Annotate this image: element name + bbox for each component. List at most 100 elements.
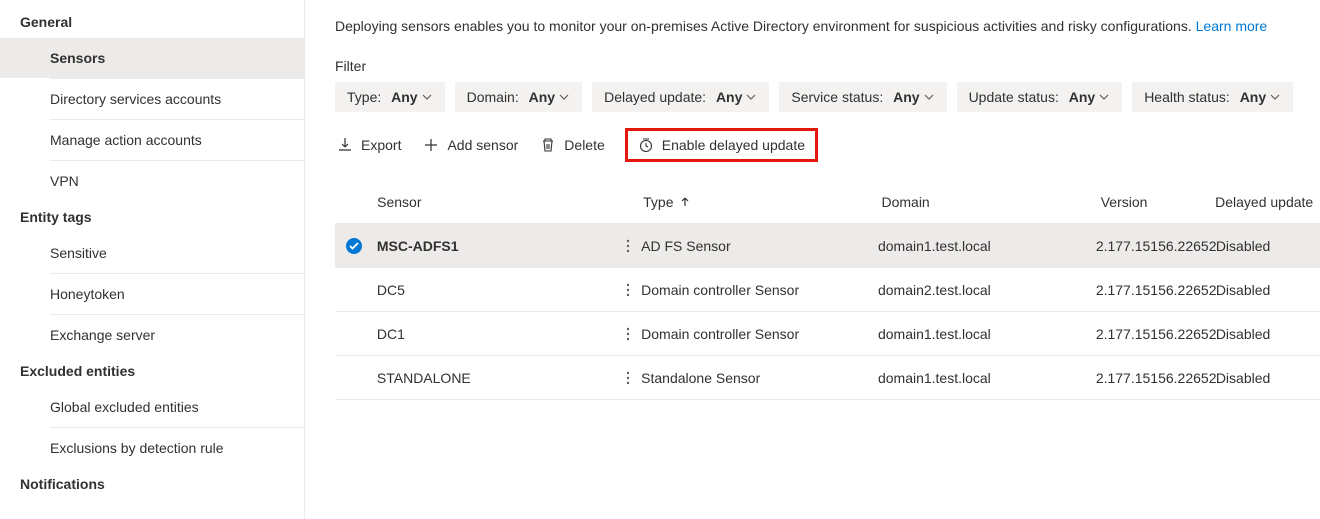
cell-sensor-name: MSC-ADFS1	[373, 238, 615, 254]
delete-button[interactable]: Delete	[538, 133, 606, 157]
table-row[interactable]: DC1 Domain controller Sensor domain1.tes…	[335, 312, 1320, 356]
export-button[interactable]: Export	[335, 133, 403, 157]
cell-version: 2.177.15156.22652	[1096, 238, 1216, 254]
sidebar-item-exchange-server[interactable]: Exchange server	[0, 315, 304, 355]
col-sensor[interactable]: Sensor	[373, 194, 616, 210]
more-vertical-icon	[620, 370, 636, 386]
table-header-row: Sensor Type Domain Version Delayed updat…	[335, 180, 1320, 224]
sidebar-item-global-excluded-entities[interactable]: Global excluded entities	[0, 387, 304, 427]
filter-bar: Type: Any Domain: Any Delayed update: An…	[335, 82, 1320, 112]
col-type[interactable]: Type	[643, 194, 881, 210]
filter-update-status[interactable]: Update status: Any	[957, 82, 1123, 112]
sidebar: General Sensors Directory services accou…	[0, 0, 305, 519]
sidebar-section-excluded-entities: Excluded entities	[0, 355, 304, 387]
cell-domain: domain1.test.local	[878, 238, 1096, 254]
col-version[interactable]: Version	[1101, 194, 1215, 210]
sidebar-item-exclusions-by-detection-rule[interactable]: Exclusions by detection rule	[0, 428, 304, 468]
clock-icon	[638, 137, 654, 153]
filter-value: Any	[529, 89, 555, 105]
sidebar-section-entity-tags: Entity tags	[0, 201, 304, 233]
cell-type: Standalone Sensor	[641, 370, 878, 386]
cell-version: 2.177.15156.22652	[1096, 282, 1216, 298]
checkmark-circle-icon	[345, 237, 363, 255]
table-row[interactable]: MSC-ADFS1 AD FS Sensor domain1.test.loca…	[335, 224, 1320, 268]
cell-sensor-name: DC1	[373, 326, 615, 342]
intro-copy: Deploying sensors enables you to monitor…	[335, 18, 1196, 34]
sidebar-item-honeytoken[interactable]: Honeytoken	[0, 274, 304, 314]
row-more-button[interactable]	[615, 326, 642, 342]
row-checkbox[interactable]	[335, 237, 373, 255]
sidebar-item-sensitive[interactable]: Sensitive	[0, 233, 304, 273]
cell-delayed: Disabled	[1216, 326, 1320, 342]
cell-version: 2.177.15156.22652	[1096, 326, 1216, 342]
cell-delayed: Disabled	[1216, 282, 1320, 298]
filter-delayed-update[interactable]: Delayed update: Any	[592, 82, 769, 112]
chevron-down-icon	[558, 91, 570, 103]
cell-sensor-name: STANDALONE	[373, 370, 615, 386]
filter-health-status[interactable]: Health status: Any	[1132, 82, 1293, 112]
cell-type: Domain controller Sensor	[641, 326, 878, 342]
cell-delayed: Disabled	[1216, 238, 1320, 254]
cell-domain: domain1.test.local	[878, 370, 1096, 386]
sort-ascending-icon	[679, 196, 691, 208]
filter-label: Delayed update:	[604, 89, 706, 105]
filter-label: Update status:	[969, 89, 1059, 105]
cell-version: 2.177.15156.22652	[1096, 370, 1216, 386]
sensors-table: Sensor Type Domain Version Delayed updat…	[335, 180, 1320, 400]
enable-delayed-update-label: Enable delayed update	[662, 137, 805, 153]
sidebar-section-general: General	[0, 6, 304, 38]
filter-label: Service status:	[791, 89, 883, 105]
filter-type[interactable]: Type: Any	[335, 82, 445, 112]
table-row[interactable]: DC5 Domain controller Sensor domain2.tes…	[335, 268, 1320, 312]
sidebar-item-sensors[interactable]: Sensors	[0, 38, 304, 78]
table-row[interactable]: STANDALONE Standalone Sensor domain1.tes…	[335, 356, 1320, 400]
row-more-button[interactable]	[615, 370, 642, 386]
trash-icon	[540, 137, 556, 153]
filter-label: Domain:	[467, 89, 519, 105]
learn-more-link[interactable]: Learn more	[1196, 18, 1268, 34]
add-sensor-label: Add sensor	[447, 137, 518, 153]
cell-domain: domain2.test.local	[878, 282, 1096, 298]
plus-icon	[423, 137, 439, 153]
more-vertical-icon	[620, 326, 636, 342]
filter-label: Type:	[347, 89, 381, 105]
cell-type: Domain controller Sensor	[641, 282, 878, 298]
add-sensor-button[interactable]: Add sensor	[421, 133, 520, 157]
filter-value: Any	[391, 89, 417, 105]
col-domain[interactable]: Domain	[881, 194, 1100, 210]
chevron-down-icon	[923, 91, 935, 103]
row-more-button[interactable]	[615, 238, 642, 254]
enable-delayed-update-button[interactable]: Enable delayed update	[625, 128, 818, 162]
cell-type: AD FS Sensor	[641, 238, 878, 254]
intro-text: Deploying sensors enables you to monitor…	[335, 18, 1320, 34]
filter-value: Any	[1069, 89, 1095, 105]
more-vertical-icon	[620, 238, 636, 254]
chevron-down-icon	[745, 91, 757, 103]
filter-heading: Filter	[335, 58, 1320, 74]
filter-value: Any	[716, 89, 742, 105]
chevron-down-icon	[1269, 91, 1281, 103]
chevron-down-icon	[421, 91, 433, 103]
delete-label: Delete	[564, 137, 604, 153]
filter-value: Any	[893, 89, 919, 105]
export-label: Export	[361, 137, 401, 153]
filter-value: Any	[1240, 89, 1266, 105]
cell-domain: domain1.test.local	[878, 326, 1096, 342]
filter-label: Health status:	[1144, 89, 1230, 105]
sidebar-item-vpn[interactable]: VPN	[0, 161, 304, 201]
sidebar-item-directory-services-accounts[interactable]: Directory services accounts	[0, 79, 304, 119]
sidebar-item-manage-action-accounts[interactable]: Manage action accounts	[0, 120, 304, 160]
filter-domain[interactable]: Domain: Any	[455, 82, 582, 112]
col-delayed-update[interactable]: Delayed update	[1215, 194, 1320, 210]
sidebar-section-notifications: Notifications	[0, 468, 304, 500]
filter-service-status[interactable]: Service status: Any	[779, 82, 946, 112]
col-type-label: Type	[643, 194, 673, 210]
row-more-button[interactable]	[615, 282, 642, 298]
more-vertical-icon	[620, 282, 636, 298]
command-bar: Export Add sensor Delete Enable delayed …	[335, 128, 1320, 162]
chevron-down-icon	[1098, 91, 1110, 103]
download-icon	[337, 137, 353, 153]
cell-delayed: Disabled	[1216, 370, 1320, 386]
cell-sensor-name: DC5	[373, 282, 615, 298]
main-content: Deploying sensors enables you to monitor…	[305, 0, 1320, 519]
